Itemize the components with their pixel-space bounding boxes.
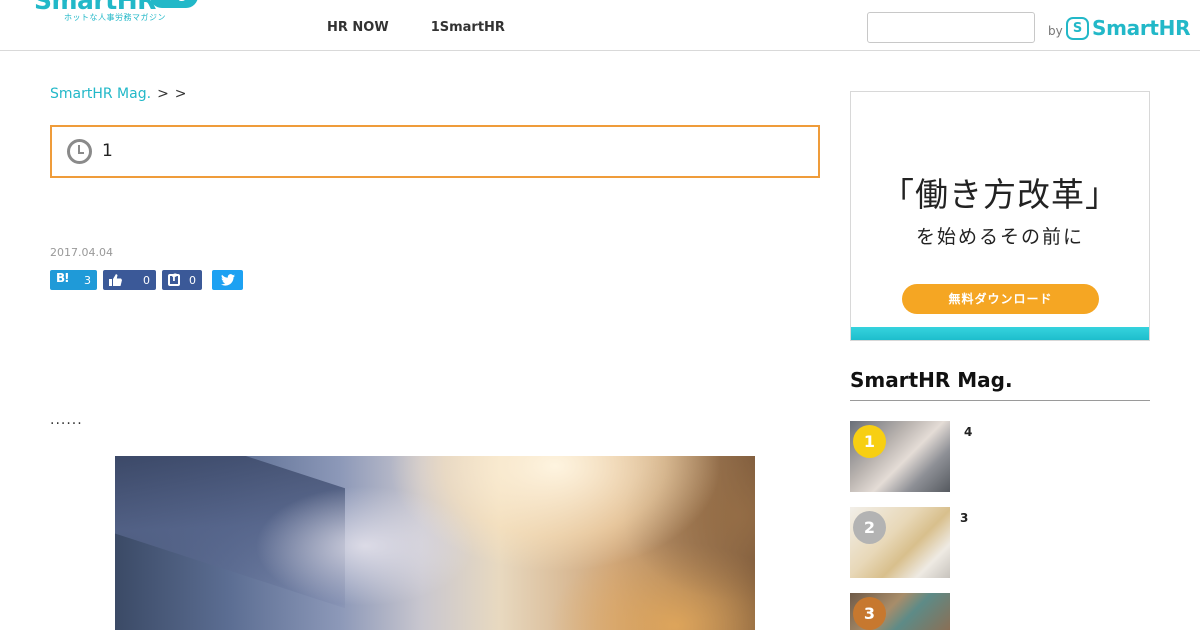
article-title-box: 1 [50,125,820,178]
ranking-item-title[interactable]: 4 [964,425,972,439]
facebook-icon [168,273,180,286]
ranking-item[interactable]: 3 [850,593,1150,630]
rank-badge: 3 [853,597,886,630]
hatena-icon: B! [56,271,70,285]
nav-item-hr-now[interactable]: HR NOW [327,20,389,35]
main-nav: HR NOW 1SmartHR [327,20,505,35]
hatena-count: 3 [84,273,91,287]
banner-download-button[interactable]: 無料ダウンロード [902,284,1099,314]
site-header: SmartHR Mag. ホットな人事労務マガジン HR NOW 1SmartH… [0,0,1200,51]
search-input[interactable] [867,12,1035,43]
smarthr-brand-link[interactable]: S SmartHR [1066,16,1191,40]
rank-badge: 1 [853,425,886,458]
twitter-share-button[interactable] [212,270,243,290]
light-haze [255,486,475,606]
article-date: 2017.04.04 [50,246,113,259]
facebook-count: 0 [189,273,196,287]
ranking-thumbnail[interactable]: 3 [850,593,950,630]
logo-tagline: ホットな人事労務マガジン [64,13,166,22]
article-lead-text: ...... [50,412,83,428]
banner-subline: を始めるその前に [915,226,1084,248]
smarthr-logo-icon: S [1066,16,1089,40]
breadcrumb-separator: > [174,86,187,102]
like-count: 0 [143,273,150,287]
site-logo[interactable]: SmartHR Mag. ホットな人事労務マガジン [34,0,204,26]
logo-mag-badge: Mag. [150,0,198,8]
nav-item-smarthr[interactable]: 1SmartHR [431,20,505,35]
thumbs-up-icon [109,274,122,286]
ranking-thumbnail[interactable]: 2 [850,507,950,578]
ranking-item[interactable]: 1 4 [850,421,1150,492]
article-title: 1 [102,141,113,161]
hatena-bookmark-button[interactable]: B! 3 [50,270,97,290]
share-buttons: B! 3 0 0 [50,270,243,290]
ranking-heading: SmartHR Mag. [850,368,1150,401]
ranking-thumbnail[interactable]: 1 [850,421,950,492]
ranking-item[interactable]: 2 3 [850,507,1150,578]
ranking-item-title[interactable]: 3 [960,511,968,525]
clock-icon [67,139,92,164]
breadcrumb-home-link[interactable]: SmartHR Mag. [50,86,151,102]
smarthr-brand-name: SmartHR [1092,16,1191,40]
like-button[interactable]: 0 [103,270,156,290]
breadcrumb-separator: > [157,86,169,102]
rank-badge: 2 [853,511,886,544]
sidebar-ad-banner[interactable]: 「働き方改革」 を始めるその前に 無料ダウンロード [850,91,1150,341]
banner-headline: 「働き方改革」 [881,175,1119,214]
by-label: by [1048,24,1063,38]
breadcrumb: SmartHR Mag. > > [50,86,187,102]
banner-accent-bar [851,327,1149,340]
twitter-bird-icon [220,274,235,286]
article-hero-image [115,456,755,630]
facebook-share-button[interactable]: 0 [162,270,202,290]
